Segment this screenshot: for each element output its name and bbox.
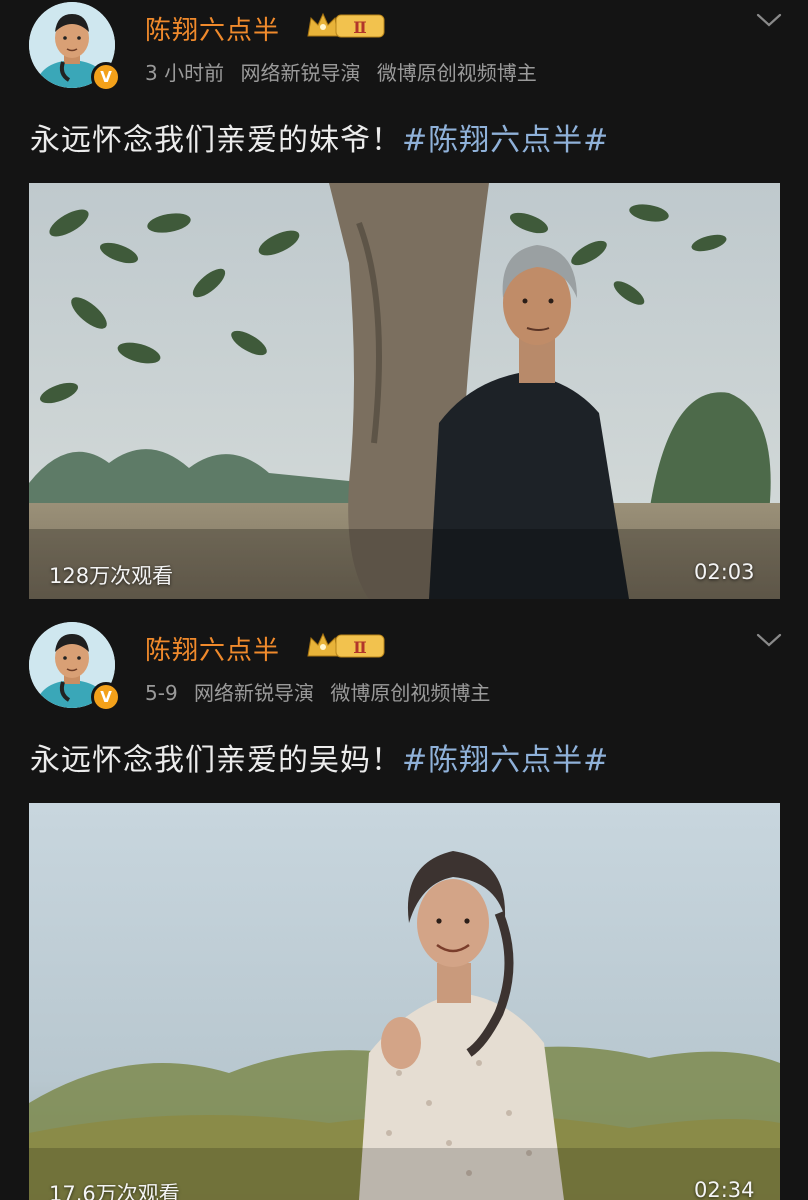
crown-level-badge: Ⅱ xyxy=(307,12,385,38)
hashtag-link[interactable]: #陈翔六点半# xyxy=(402,123,609,158)
crown-level-badge: Ⅱ xyxy=(307,632,385,658)
video-duration: 02:34 xyxy=(694,1178,755,1200)
author-tag: 微博原创视频博主 xyxy=(376,61,537,85)
author-tag: 网络新锐导演 xyxy=(240,61,361,85)
level-label: Ⅱ xyxy=(353,18,366,37)
chevron-down-icon[interactable] xyxy=(756,632,782,648)
post-body: 永远怀念我们亲爱的妹爷！ xyxy=(30,123,402,158)
video-thumbnail[interactable] xyxy=(29,803,780,1200)
post-meta: 3 小时前 网络新锐导演 微博原创视频博主 xyxy=(145,57,537,86)
video-view-count: 17.6万次观看 xyxy=(49,1182,180,1200)
video-thumbnail[interactable] xyxy=(29,183,780,599)
post-text: 永远怀念我们亲爱的吴妈！#陈翔六点半# xyxy=(30,735,609,779)
verified-v-badge: V xyxy=(91,62,121,92)
post-time: 3 小时前 xyxy=(145,61,225,85)
video-view-count: 128万次观看 xyxy=(49,564,174,588)
weibo-feed: V 陈翔六点半 Ⅱ 3 小时前 网络新锐导演 微博原创视频博主 永远怀念我们亲爱… xyxy=(0,0,808,1200)
video-duration: 02:03 xyxy=(694,560,755,584)
chevron-down-icon[interactable] xyxy=(756,12,782,28)
feed-post[interactable]: V 陈翔六点半 Ⅱ 3 小时前 网络新锐导演 微博原创视频博主 永远怀念我们亲爱… xyxy=(0,0,808,612)
author-name[interactable]: 陈翔六点半 xyxy=(145,630,280,667)
feed-post[interactable]: V 陈翔六点半 Ⅱ 5-9 网络新锐导演 微博原创视频博主 永远怀念我们亲爱的吴… xyxy=(0,612,808,1200)
verified-v-badge: V xyxy=(91,682,121,712)
hashtag-link[interactable]: #陈翔六点半# xyxy=(402,743,609,778)
post-body: 永远怀念我们亲爱的吴妈！ xyxy=(30,743,402,778)
author-tag: 网络新锐导演 xyxy=(194,681,315,705)
author-tag: 微博原创视频博主 xyxy=(330,681,491,705)
author-name[interactable]: 陈翔六点半 xyxy=(145,10,280,47)
post-meta: 5-9 网络新锐导演 微博原创视频博主 xyxy=(145,677,490,706)
post-time: 5-9 xyxy=(145,681,178,705)
level-label: Ⅱ xyxy=(353,638,366,657)
post-text: 永远怀念我们亲爱的妹爷！#陈翔六点半# xyxy=(30,115,609,159)
